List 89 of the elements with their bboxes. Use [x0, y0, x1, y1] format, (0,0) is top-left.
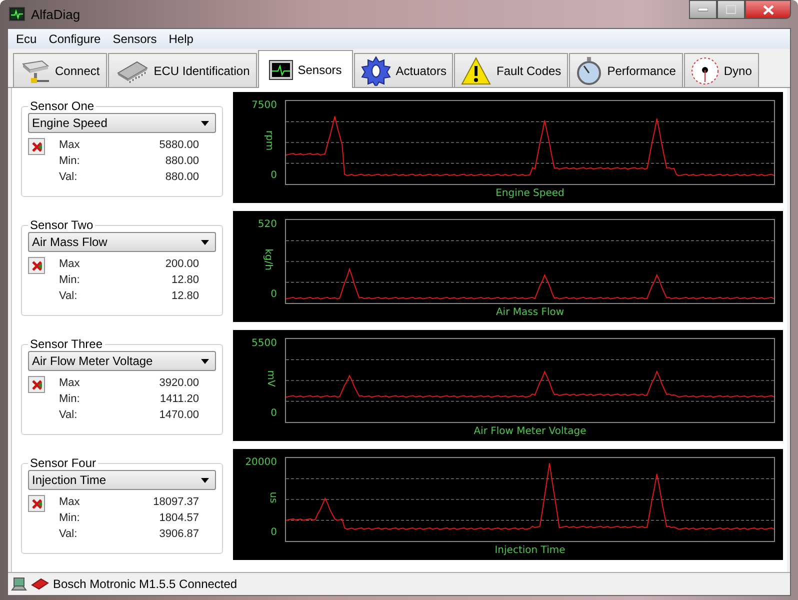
warning-icon	[461, 56, 492, 84]
sensor-dropdown[interactable]: Engine Speed	[28, 113, 216, 133]
stat-label: Min:	[59, 511, 81, 526]
monitor-icon	[9, 6, 25, 22]
y-axis-unit: kg/h	[262, 248, 274, 270]
chart-title: Engine Speed	[496, 188, 564, 199]
remove-button[interactable]	[28, 376, 45, 393]
y-tick-label: 0	[270, 289, 277, 300]
maximize-button[interactable]	[717, 0, 745, 19]
dropdown-arrow-icon	[201, 478, 209, 482]
y-axis-unit: rpm	[263, 130, 274, 151]
tab[interactable]: Performance	[569, 53, 683, 87]
x-mark-icon	[30, 260, 42, 272]
tab[interactable]: Fault Codes	[454, 53, 568, 87]
stat-value: 12.80	[170, 289, 199, 304]
close-button[interactable]	[745, 0, 791, 19]
chart-title: Injection Time	[494, 545, 566, 556]
stat-label: Min:	[59, 392, 81, 407]
gear-icon	[360, 56, 391, 86]
stat-label: Max	[59, 495, 81, 510]
stat-label: Val:	[59, 527, 78, 542]
tab[interactable]: Actuators	[354, 53, 454, 87]
maximize-icon	[726, 5, 736, 14]
window-title: AlfaDiag	[31, 6, 80, 22]
group-label: Sensor One	[28, 99, 96, 113]
dropdown-arrow-icon	[201, 120, 209, 126]
stat-label: Max	[59, 138, 81, 153]
stat-label: Val:	[59, 289, 78, 304]
y-tick-label: 0	[270, 527, 277, 538]
y-tick-label: 7500	[252, 100, 277, 111]
status-text: Bosch Motronic M1.5.5 Connected	[53, 577, 238, 591]
x-mark-icon	[30, 498, 42, 510]
group-label: Sensor Four	[28, 456, 98, 470]
y-tick-label: 20000	[245, 457, 277, 468]
stat-value: 200.00	[165, 257, 199, 272]
sensor-dropdown[interactable]: Air Flow Meter Voltage	[28, 351, 216, 371]
stat-label: Max	[59, 257, 81, 272]
stat-value: 3906.87	[158, 527, 199, 542]
y-tick-label: 0	[270, 170, 277, 181]
minimize-icon	[698, 8, 708, 12]
stat-value: 1411.20	[159, 392, 199, 407]
plug-icon	[31, 578, 49, 590]
minimize-button[interactable]	[689, 0, 717, 19]
remove-button[interactable]	[28, 138, 45, 155]
menu-item[interactable]: Configure	[42, 32, 107, 46]
dropdown-arrow-icon	[201, 240, 209, 244]
stat-label: Max	[59, 376, 81, 391]
stat-value: 3920.00	[159, 376, 199, 391]
tab[interactable]: Dyno	[684, 53, 759, 87]
y-axis-unit: mV	[265, 370, 276, 387]
stat-label: Min:	[59, 154, 81, 169]
chip-icon	[114, 58, 149, 82]
remove-button[interactable]	[28, 495, 45, 512]
close-icon	[762, 4, 774, 14]
remove-button[interactable]	[28, 257, 45, 274]
computer-icon	[11, 577, 27, 591]
y-tick-label: 5500	[252, 338, 277, 349]
tab[interactable]: Connect	[13, 53, 107, 87]
stat-value: 5880.00	[159, 138, 199, 153]
chart-title: Air Flow Meter Voltage	[474, 426, 586, 437]
group-label: Sensor Two	[28, 218, 96, 232]
tab[interactable]: ECU Identification	[108, 53, 257, 87]
x-mark-icon	[30, 140, 42, 152]
x-mark-icon	[30, 378, 42, 390]
menu-item[interactable]: Sensors	[106, 32, 163, 46]
stat-value: 1804.57	[158, 511, 199, 526]
sensor-dropdown[interactable]: Injection Time	[28, 470, 216, 490]
y-tick-label: 520	[258, 219, 277, 230]
drive-icon	[20, 58, 50, 84]
tab[interactable]: Sensors	[258, 50, 353, 88]
gauge-icon	[690, 56, 719, 84]
monitor-icon	[268, 60, 293, 80]
sensor-dropdown[interactable]: Air Mass Flow	[28, 232, 216, 252]
stat-value: 1470.00	[159, 408, 199, 423]
chart-title: Air Mass Flow	[496, 307, 564, 318]
dropdown-arrow-icon	[201, 358, 209, 364]
y-axis-unit: us	[268, 492, 279, 504]
stat-value: 18097.37	[153, 495, 199, 510]
group-label: Sensor Three	[28, 337, 104, 351]
stat-value: 880.00	[164, 170, 199, 185]
stat-value: 12.80	[170, 273, 199, 288]
stat-value: 880.00	[164, 154, 199, 169]
stat-label: Val:	[59, 408, 78, 423]
stat-label: Val:	[59, 170, 78, 185]
menu-item[interactable]: Help	[162, 32, 200, 46]
y-tick-label: 0	[270, 408, 277, 419]
stat-label: Min:	[59, 273, 81, 288]
menu-item[interactable]: Ecu	[10, 32, 43, 46]
stopwatch-icon	[576, 56, 602, 84]
